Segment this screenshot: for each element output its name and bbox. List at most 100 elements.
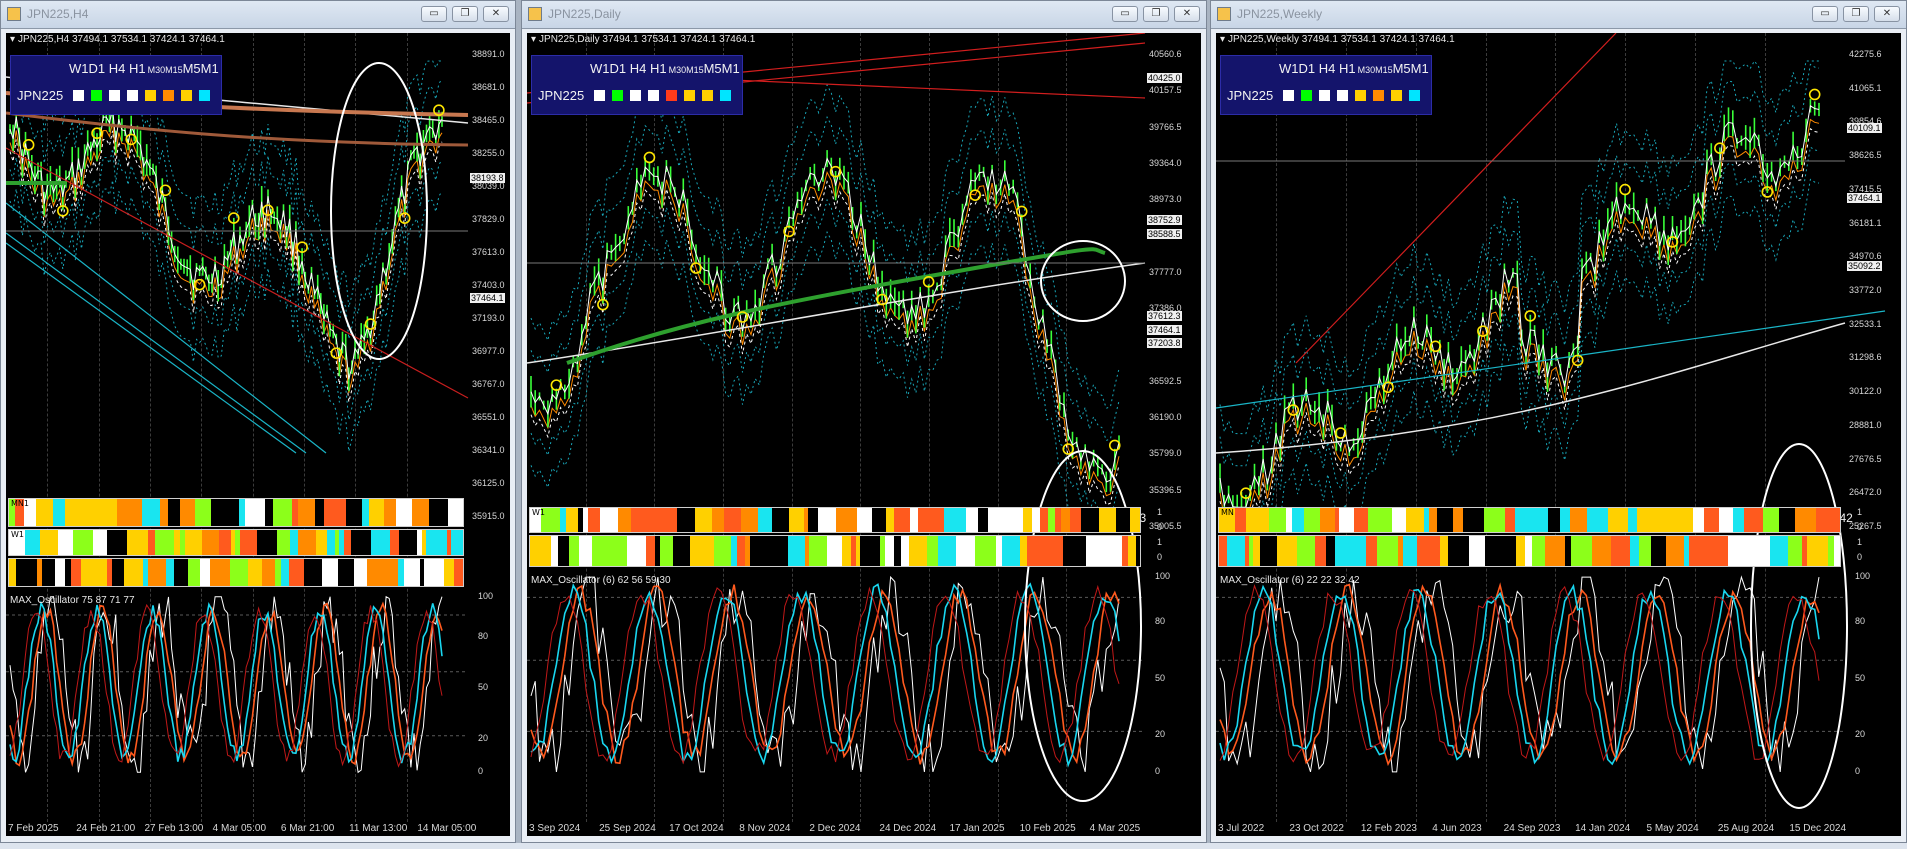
price-tag: 38588.5 [1147,229,1182,239]
title-bar[interactable]: JPN225,Daily ▭ ❐ ✕ [522,1,1206,29]
strip-block [1392,508,1401,532]
date-axis-label: 10 Feb 2025 [1019,823,1076,834]
strip-block [1246,508,1263,532]
chart-area[interactable]: ▾ JPN225,Weekly 37494.1 37534.1 37424.1 3… [1216,33,1901,836]
chart-area[interactable]: ▾ JPN225,H4 37494.1 37534.1 37424.1 37464… [6,33,510,836]
band-line [9,130,443,402]
strip-block [1023,508,1032,532]
strip-block [1500,536,1516,566]
strip-block [767,536,788,566]
maximize-button[interactable]: ❐ [1843,6,1869,22]
trend-cyan [1216,310,1886,409]
timeframe-labels[interactable]: W1D1 H4 H1 M30M15M5M1 [69,61,219,76]
strip-block [1219,536,1227,566]
strip-block [988,508,1006,532]
strip-block [886,508,894,532]
strip-block [1719,508,1733,532]
strip-block [1733,508,1744,532]
collapse-triangle-icon[interactable]: ▾ [1220,34,1225,45]
collapse-triangle-icon[interactable]: ▾ [531,34,536,45]
strip-block [600,508,618,532]
strip-block [1373,508,1392,532]
timeframe-panel[interactable]: W1D1 H4 H1 M30M15M5M1 JPN225 [531,55,743,115]
timeframe-panel[interactable]: W1D1 H4 H1 M30M15M5M1 JPN225 [1220,55,1432,115]
strip-block [1545,536,1565,566]
maximize-icon: ❐ [1151,8,1161,19]
symbol-header: ▾ JPN225,H4 37494.1 37534.1 37424.1 37464… [10,34,225,45]
strip-block [857,508,872,532]
strip-block [758,508,772,532]
strip-block [1006,508,1023,532]
strip-block [1061,508,1070,532]
strip-block [316,530,327,555]
price-axis-label: 35799.0 [1149,448,1182,459]
strip-block [444,559,454,586]
strip-block [789,508,804,532]
strip-block [1529,508,1548,532]
band-line [530,171,1120,497]
strip-block [451,530,463,555]
strip-block [148,559,166,586]
minimize-button[interactable]: ▭ [1112,6,1138,22]
price-axis-label: 41065.1 [1849,82,1882,93]
price-axis-label: 36592.5 [1149,375,1182,386]
collapse-triangle-icon[interactable]: ▾ [10,34,15,45]
chart-window-icon [528,7,542,21]
timeframe-status-square [199,90,210,101]
price-axis-label: 33772.0 [1849,285,1882,295]
price-axis-label: 36125.0 [472,478,505,488]
strip-block [966,508,978,532]
strip-block [1788,536,1802,566]
strip-block [185,530,202,555]
strip-block [1693,508,1704,532]
strip-block [1253,536,1260,566]
timeframe-status-square [181,90,192,101]
timeframe-labels[interactable]: W1D1 H4 H1 M30M15M5M1 [590,61,740,76]
strip-block [1315,536,1326,566]
price-tag: 37612.3 [1147,311,1182,321]
window-title: JPN225,Weekly [1237,7,1323,21]
strip-block [1260,536,1277,566]
maximize-button[interactable]: ❐ [452,6,478,22]
strip-block [842,536,851,566]
strip-block [367,559,387,586]
strip-block [695,508,712,532]
timeframe-status-square [73,90,84,101]
close-button[interactable]: ✕ [1174,6,1200,22]
minimize-button[interactable]: ▭ [421,6,447,22]
strip-block [322,559,338,586]
timeframe-panel[interactable]: W1D1 H4 H1 M30M15M5M1 JPN225 [10,55,222,115]
strip-block [627,536,646,566]
close-button[interactable]: ✕ [483,6,509,22]
chart-window-weekly[interactable]: JPN225,Weekly ▭ ❐ ✕ ▾ JPN225,Weekly 37494.1 3… [1210,0,1907,843]
maximize-button[interactable]: ❐ [1143,6,1169,22]
minimize-button[interactable]: ▭ [1812,6,1838,22]
price-axis-label: 31298.6 [1849,352,1882,363]
chart-area[interactable]: ▾ JPN225,Daily 37494.1 37534.1 37424.1 37… [527,33,1201,836]
strip-block [1628,508,1637,532]
strip-block [910,508,918,532]
title-bar[interactable]: JPN225,H4 ▭ ❐ ✕ [1,1,515,29]
strip-block [344,530,351,555]
close-button[interactable]: ✕ [1874,6,1900,22]
strip-block [649,508,657,532]
price-axis-label: 35005.5 [1149,521,1182,531]
strip-block [166,559,174,586]
title-bar[interactable]: JPN225,Weekly ▭ ❐ ✕ [1211,1,1906,29]
strip-block [160,499,168,526]
oscillator-axis-label: 80 [478,630,489,641]
strip-block [399,530,417,555]
date-axis-label: 3 Jul 2022 [1218,823,1265,834]
chart-window-h4[interactable]: JPN225,H4 ▭ ❐ ✕ ▾ JPN225,H4 37494.1 37534.1 3… [0,0,516,843]
strip-block [1485,536,1500,566]
strip-block [1749,536,1770,566]
chart-window-daily[interactable]: JPN225,Daily ▭ ❐ ✕ ▾ JPN225,Daily 37494.1 375… [521,0,1207,843]
timeframe-labels[interactable]: W1D1 H4 H1 M30M15M5M1 [1279,61,1429,76]
timeframe-status-square [109,90,120,101]
strip-block [53,499,65,526]
strip-block [677,508,695,532]
price-axis-label: 38626.5 [1849,150,1882,161]
strip-label: W1 [532,508,545,517]
strip-block [722,536,731,566]
strip-block [1548,508,1560,532]
